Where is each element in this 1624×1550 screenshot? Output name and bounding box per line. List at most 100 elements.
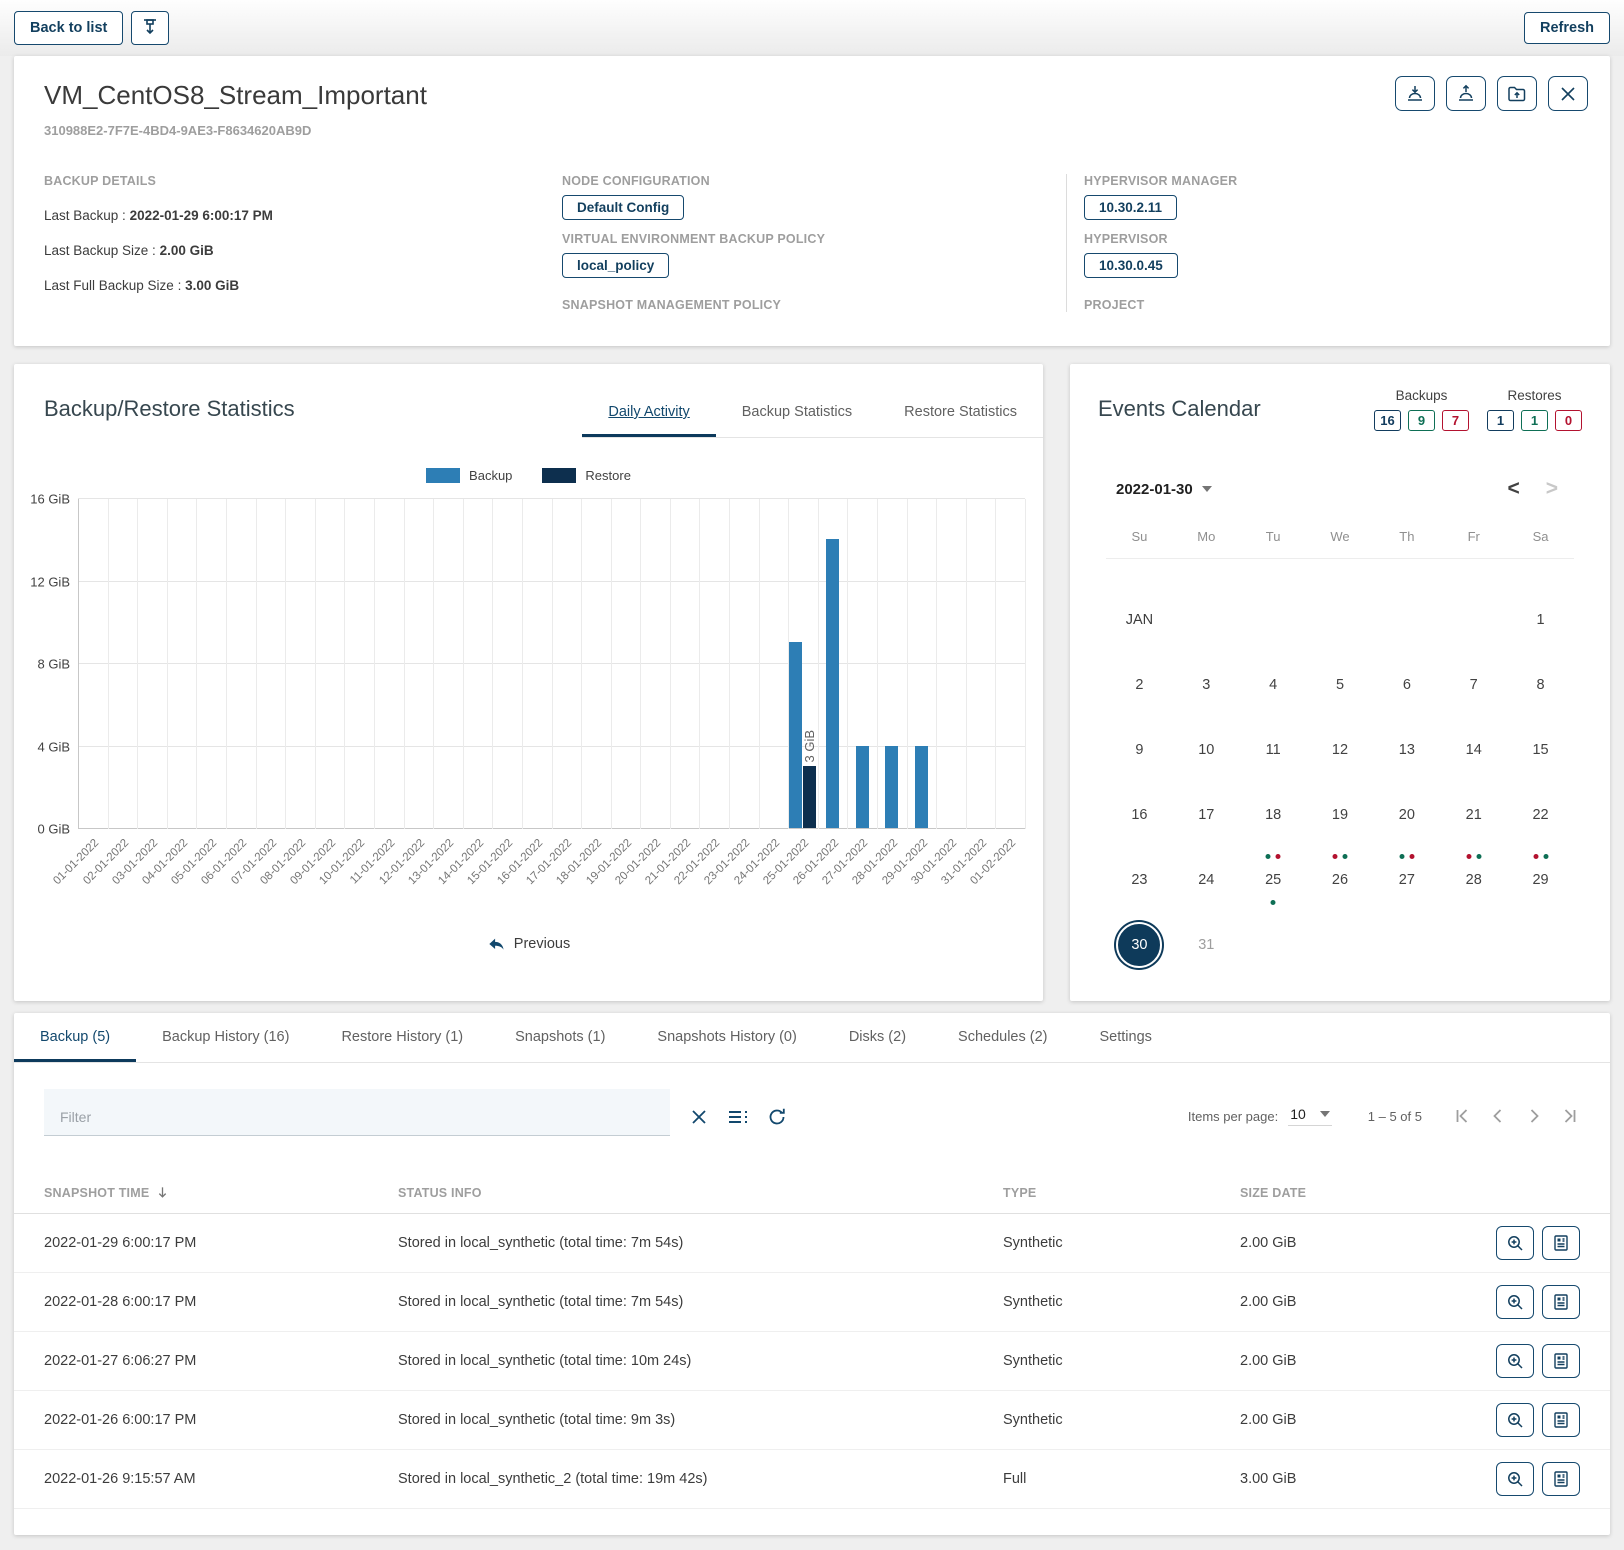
inspect-snapshot-button[interactable]: [1496, 1226, 1534, 1260]
calendar-day[interactable]: 29: [1507, 847, 1574, 912]
table-row[interactable]: 2022-01-26 6:00:17 PMStored in local_syn…: [14, 1391, 1610, 1450]
mount-button[interactable]: [1497, 76, 1537, 111]
snapshot-report-button[interactable]: [1542, 1344, 1580, 1378]
calendar-day[interactable]: 13: [1373, 717, 1440, 782]
calendar-day[interactable]: 14: [1440, 717, 1507, 782]
tab-schedules[interactable]: Schedules (2): [932, 1013, 1073, 1062]
inspect-snapshot-button[interactable]: [1496, 1403, 1534, 1437]
snapshot-time-cell: 2022-01-26 9:15:57 AM: [44, 1471, 398, 1487]
calendar-day[interactable]: 16: [1106, 782, 1173, 847]
backup-count-badge: 7: [1442, 410, 1469, 431]
calendar-day[interactable]: 18: [1240, 782, 1307, 847]
calendar-day[interactable]: 8: [1507, 652, 1574, 717]
inspect-snapshot-button[interactable]: [1496, 1285, 1534, 1319]
tab-restore-history[interactable]: Restore History (1): [315, 1013, 489, 1062]
tab-backup-statistics[interactable]: Backup Statistics: [716, 388, 878, 437]
next-page-button[interactable]: [1524, 1106, 1544, 1126]
calendar-day[interactable]: 15: [1507, 717, 1574, 782]
calendar-day[interactable]: 27: [1373, 847, 1440, 912]
tab-snapshots[interactable]: Snapshots (1): [489, 1013, 631, 1062]
last-page-icon: [1560, 1106, 1580, 1126]
snapshot-report-button[interactable]: [1542, 1462, 1580, 1496]
last-backup-row: Last Backup : 2022-01-29 6:00:17 PM: [44, 208, 562, 223]
tab-restore-statistics[interactable]: Restore Statistics: [878, 388, 1043, 437]
backup-bar: [915, 746, 928, 829]
table-row[interactable]: 2022-01-27 6:06:27 PMStored in local_syn…: [14, 1332, 1610, 1391]
restores-counters: Restores 110: [1487, 388, 1582, 431]
stats-tabs: Daily ActivityBackup StatisticsRestore S…: [582, 388, 1043, 438]
calendar-day[interactable]: 28: [1440, 847, 1507, 912]
col-snapshot-time[interactable]: SNAPSHOT TIME: [44, 1185, 398, 1200]
calendar-day[interactable]: 24: [1173, 847, 1240, 912]
calendar-day[interactable]: 10: [1173, 717, 1240, 782]
backup-policy-chip[interactable]: local_policy: [562, 253, 669, 278]
magnifier-plus-icon: [1505, 1292, 1525, 1312]
calendar-day[interactable]: 9: [1106, 717, 1173, 782]
node-configuration-chip[interactable]: Default Config: [562, 195, 684, 220]
calendar-day[interactable]: 5: [1307, 652, 1374, 717]
calendar-day[interactable]: 2: [1106, 652, 1173, 717]
calendar-day[interactable]: 6: [1373, 652, 1440, 717]
calendar-empty-cell: [1440, 912, 1507, 977]
calendar-prev-button[interactable]: <: [1501, 477, 1525, 501]
calendar-day[interactable]: 4: [1240, 652, 1307, 717]
hypervisor-chip[interactable]: 10.30.0.45: [1084, 253, 1178, 278]
items-per-page-select[interactable]: 10: [1288, 1106, 1332, 1126]
inspect-snapshot-button[interactable]: [1496, 1344, 1534, 1378]
inspect-snapshot-button[interactable]: [1496, 1462, 1534, 1496]
columns-settings-button[interactable]: [726, 1106, 750, 1128]
last-page-button[interactable]: [1560, 1106, 1580, 1126]
backup-details-section: BACKUP DETAILS Last Backup : 2022-01-29 …: [44, 174, 562, 312]
tab-daily-activity[interactable]: Daily Activity: [582, 388, 715, 437]
calendar-day[interactable]: 11: [1240, 717, 1307, 782]
reload-table-button[interactable]: [766, 1106, 788, 1128]
backup-swatch: [426, 468, 460, 483]
calendar-day[interactable]: 17: [1173, 782, 1240, 847]
calendar-day[interactable]: 26: [1307, 847, 1374, 912]
snapshot-report-button[interactable]: [1542, 1226, 1580, 1260]
col-size-date[interactable]: SIZE DATE: [1240, 1186, 1484, 1200]
col-type[interactable]: TYPE: [1003, 1186, 1240, 1200]
last-backup-label: Last Backup :: [44, 208, 130, 223]
calendar-day[interactable]: 31: [1173, 912, 1240, 977]
restore-button[interactable]: [1446, 76, 1486, 111]
calendar-day[interactable]: 23: [1106, 847, 1173, 912]
previous-button[interactable]: Previous: [14, 935, 1043, 953]
calendar-day[interactable]: 20: [1373, 782, 1440, 847]
back-to-list-button[interactable]: Back to list: [14, 11, 123, 45]
tab-snapshots-history[interactable]: Snapshots History (0): [631, 1013, 822, 1062]
col-status-info[interactable]: STATUS INFO: [398, 1186, 1003, 1200]
calendar-day[interactable]: 3: [1173, 652, 1240, 717]
calendar-day[interactable]: 19: [1307, 782, 1374, 847]
snapshot-report-button[interactable]: [1542, 1403, 1580, 1437]
magnifier-plus-icon: [1505, 1469, 1525, 1489]
table-row[interactable]: 2022-01-26 9:15:57 AMStored in local_syn…: [14, 1450, 1610, 1509]
first-page-button[interactable]: [1452, 1106, 1472, 1126]
calendar-day[interactable]: 7: [1440, 652, 1507, 717]
hypervisor-manager-heading: HYPERVISOR MANAGER: [1084, 174, 1580, 188]
calendar-date-selector[interactable]: 2022-01-30: [1116, 481, 1212, 498]
calendar-day[interactable]: 1: [1507, 587, 1574, 652]
tab-disks[interactable]: Disks (2): [823, 1013, 932, 1062]
calendar-day[interactable]: 22: [1507, 782, 1574, 847]
pin-panel-button[interactable]: [131, 11, 169, 45]
filter-input[interactable]: [44, 1095, 670, 1129]
prev-page-button[interactable]: [1488, 1106, 1508, 1126]
clear-filter-button[interactable]: [688, 1106, 710, 1128]
remove-button[interactable]: [1548, 76, 1588, 111]
calendar-day[interactable]: 25: [1240, 847, 1307, 912]
calendar-day[interactable]: 12: [1307, 717, 1374, 782]
snapshot-report-button[interactable]: [1542, 1285, 1580, 1319]
tab-settings[interactable]: Settings: [1074, 1013, 1178, 1062]
tab-backup[interactable]: Backup (5): [14, 1013, 136, 1062]
table-row[interactable]: 2022-01-28 6:00:17 PMStored in local_syn…: [14, 1273, 1610, 1332]
refresh-button[interactable]: Refresh: [1524, 12, 1610, 44]
table-header: SNAPSHOT TIME STATUS INFO TYPE SIZE DATE: [14, 1172, 1610, 1214]
calendar-day-selected[interactable]: 30: [1106, 912, 1173, 977]
tab-backup-history[interactable]: Backup History (16): [136, 1013, 315, 1062]
hypervisor-manager-chip[interactable]: 10.30.2.11: [1084, 195, 1177, 220]
table-row[interactable]: 2022-01-29 6:00:17 PMStored in local_syn…: [14, 1214, 1610, 1273]
calendar-next-button[interactable]: >: [1540, 477, 1564, 501]
calendar-day[interactable]: 21: [1440, 782, 1507, 847]
backup-button[interactable]: [1395, 76, 1435, 111]
